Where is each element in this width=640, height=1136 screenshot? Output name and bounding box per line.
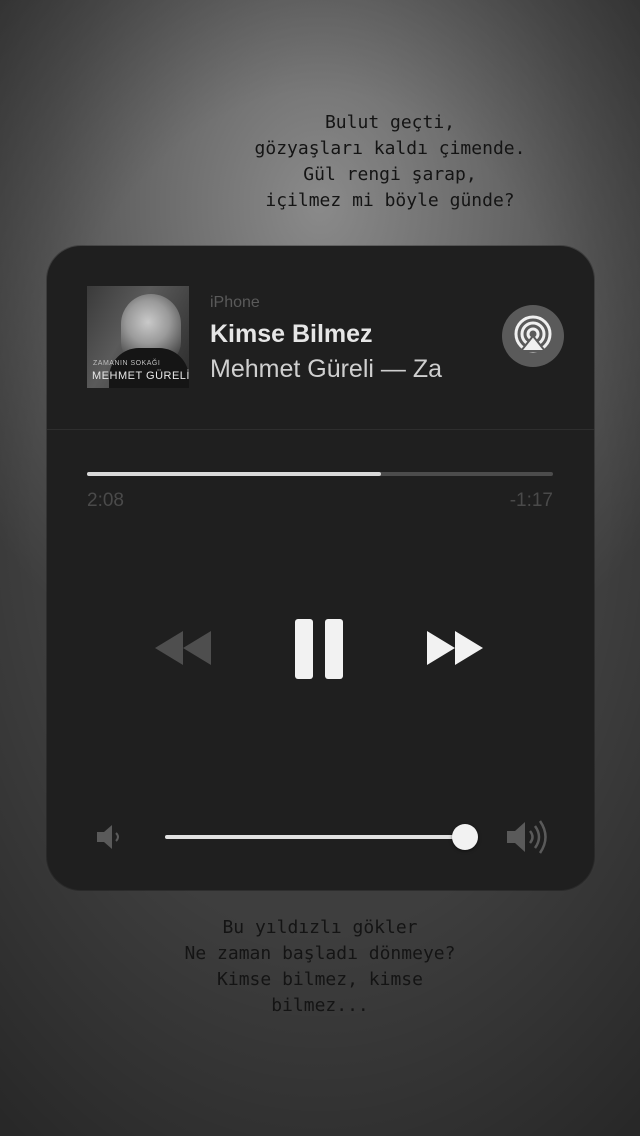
album-art-small-text: ZAMANIN SOKAĞI xyxy=(93,360,161,367)
story-line: Kimse bilmez, kimse xyxy=(217,969,423,990)
story-line: Gül rengi şarap, xyxy=(303,164,477,185)
volume-knob[interactable] xyxy=(451,824,478,850)
elapsed-time: 2:08 xyxy=(87,490,124,511)
speaker-high-icon xyxy=(505,817,553,857)
story-line: bilmez... xyxy=(271,995,369,1016)
story-line: Ne zaman başladı dönmeye? xyxy=(184,943,456,964)
pause-icon xyxy=(294,618,344,680)
story-line: içilmez mi böyle günde? xyxy=(265,190,515,211)
remaining-time: -1:17 xyxy=(509,490,553,511)
story-line: Bulut geçti, xyxy=(324,112,456,133)
album-art[interactable]: ZAMANIN SOKAĞI MEHMET GÜRELİ xyxy=(87,286,189,388)
volume-fill xyxy=(165,835,465,839)
rewind-icon xyxy=(154,630,212,666)
track-title[interactable]: Kimse Bilmez xyxy=(210,320,373,349)
story-text-bottom: Bu yıldızlı gökler Ne zaman başladı dönm… xyxy=(0,915,640,1019)
speaker-low-icon xyxy=(95,822,125,852)
story-line: gözyaşları kaldı çimende. xyxy=(254,138,526,159)
fast-forward-button[interactable] xyxy=(426,630,484,666)
story-line: Bu yıldızlı gökler xyxy=(222,917,418,938)
rewind-button[interactable] xyxy=(154,630,212,666)
pause-button[interactable] xyxy=(294,618,344,680)
now-playing-card: ZAMANIN SOKAĞI MEHMET GÜRELİ iPhone Kims… xyxy=(47,246,594,890)
playback-progress-fill xyxy=(87,472,381,476)
album-art-coat xyxy=(109,348,189,388)
playback-progress-slider[interactable] xyxy=(87,472,553,476)
airplay-button[interactable] xyxy=(502,305,564,367)
fast-forward-icon xyxy=(426,630,484,666)
volume-min-button xyxy=(95,822,125,852)
volume-max-button xyxy=(505,817,553,857)
playback-source: iPhone xyxy=(210,294,260,311)
track-subtitle[interactable]: Mehmet Güreli — Za xyxy=(210,355,478,384)
album-art-artist-text: MEHMET GÜRELİ xyxy=(92,370,189,382)
volume-slider[interactable] xyxy=(165,835,471,839)
story-text-top: Bulut geçti, gözyaşları kaldı çimende. G… xyxy=(0,110,640,214)
section-divider xyxy=(47,429,594,430)
